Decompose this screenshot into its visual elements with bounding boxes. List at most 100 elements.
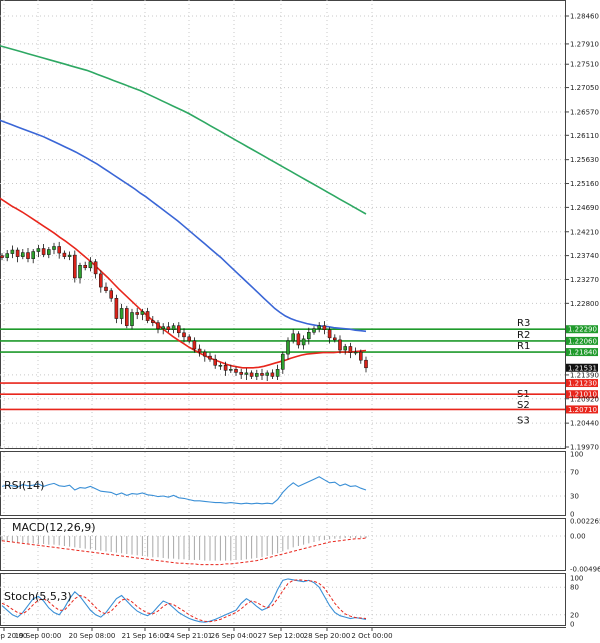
y-tick-label: 1.27910 [570,40,599,48]
macd-tick-label: 0.002265 [570,518,600,526]
stoch-tick-label: 100 [570,575,583,583]
candle-body [353,351,358,354]
level-price-label: 1.22060 [568,337,597,345]
candle-body [161,326,165,329]
stoch-tick-label: 0 [570,621,574,629]
y-tick-label: 1.23270 [570,276,599,284]
stoch-tick-label: 20 [570,611,579,619]
candle-body [135,312,139,315]
candle-body [359,351,363,361]
candle-body [130,312,134,326]
y-tick-label: 1.26110 [570,132,599,140]
candle-body [229,369,233,371]
level-label-s3: S3 [517,415,530,426]
candle-body [338,339,342,351]
candle-body [187,336,191,342]
candle-body [348,346,353,353]
candle-body [52,246,56,250]
candle-body [10,249,15,254]
rsi-tick-label: 70 [570,469,579,477]
candle-body [197,348,202,353]
candle-body [140,311,145,315]
candle-body [286,340,290,355]
candle-body [275,369,280,377]
candle-body [333,337,337,341]
x-tick-label: 28 Sep 20:00 [304,632,351,640]
candle-body [218,365,223,367]
rsi-tick-label: 100 [570,451,583,459]
y-tick-label: 1.27050 [570,84,599,92]
candle-body [249,372,254,377]
y-tick-label: 1.28460 [570,13,599,21]
candle-body [145,311,150,321]
candle-body [151,320,155,323]
level-label-r3: R3 [517,318,530,329]
level-label-r1: R1 [517,341,530,352]
candle-body [93,261,98,275]
candle-body [177,325,181,334]
candle-body [223,365,228,371]
candle-body [36,248,41,252]
y-tick-label: 1.23740 [570,252,599,260]
y-tick-label: 1.20440 [570,420,599,428]
candle-body [307,332,311,340]
candle-body [166,326,171,330]
candle-body [156,322,160,329]
candle-body [21,252,25,257]
rsi-title: RSI(14) [4,479,44,492]
x-tick-label: 2 Oct 00:00 [351,632,392,640]
candle-body [83,265,87,269]
y-tick-label: 1.27510 [570,61,599,69]
candle-body [270,372,275,377]
stoch-panel [0,573,566,626]
stoch-tick-label: 80 [570,584,579,592]
x-tick-label: 26 Sep 04:00 [211,632,258,640]
candle-body [67,254,72,257]
stoch-title: Stoch(5,5,3) [4,590,72,603]
candle-body [281,353,285,370]
candle-body [15,249,20,257]
candle-body [31,251,35,259]
candle-body [213,358,217,366]
candle-body [239,372,243,375]
candle-body [312,328,316,333]
candle-body [5,253,9,258]
chart-canvas: R31.22290R21.22060R11.21840S11.21230S21.… [0,0,600,640]
y-tick-label: 1.25630 [570,156,599,164]
candle-body [208,355,212,360]
candle-body [73,254,77,279]
candle-body [88,261,93,269]
candle-body [291,333,295,342]
x-tick-label: 19 Sep 00:00 [15,632,62,640]
y-tick-label: 1.20920 [570,395,599,403]
macd-tick-label: -0.004961 [570,566,600,574]
level-label-r2: R2 [517,330,530,341]
level-price-label: 1.21840 [568,349,597,357]
candle-body [57,246,61,254]
candle-body [260,373,264,376]
candle-body [119,308,124,319]
candle-body [78,265,82,279]
x-tick-label: 27 Sep 12:00 [258,632,305,640]
macd-tick-label: 0.00 [570,533,586,541]
y-tick-label: 1.24210 [570,228,599,236]
candle-body [265,372,269,376]
candle-body [0,255,4,258]
candle-body [364,359,368,369]
candle-body [114,298,119,319]
candle-body [317,325,321,329]
candle-body [255,373,259,377]
x-tick-label: 20 Sep 08:00 [69,632,116,640]
candle-body [301,338,306,346]
candle-body [296,333,301,346]
candle-body [234,369,238,373]
candle-body [41,248,46,255]
y-tick-label: 1.22800 [570,300,599,308]
y-tick-label: 1.25160 [570,180,599,188]
rsi-panel [0,451,566,516]
candle-body [327,329,332,339]
x-tick-label: 21 Sep 16:00 [122,632,169,640]
candle-body [99,273,103,288]
candle-body [192,340,197,350]
candle-body [104,286,108,291]
